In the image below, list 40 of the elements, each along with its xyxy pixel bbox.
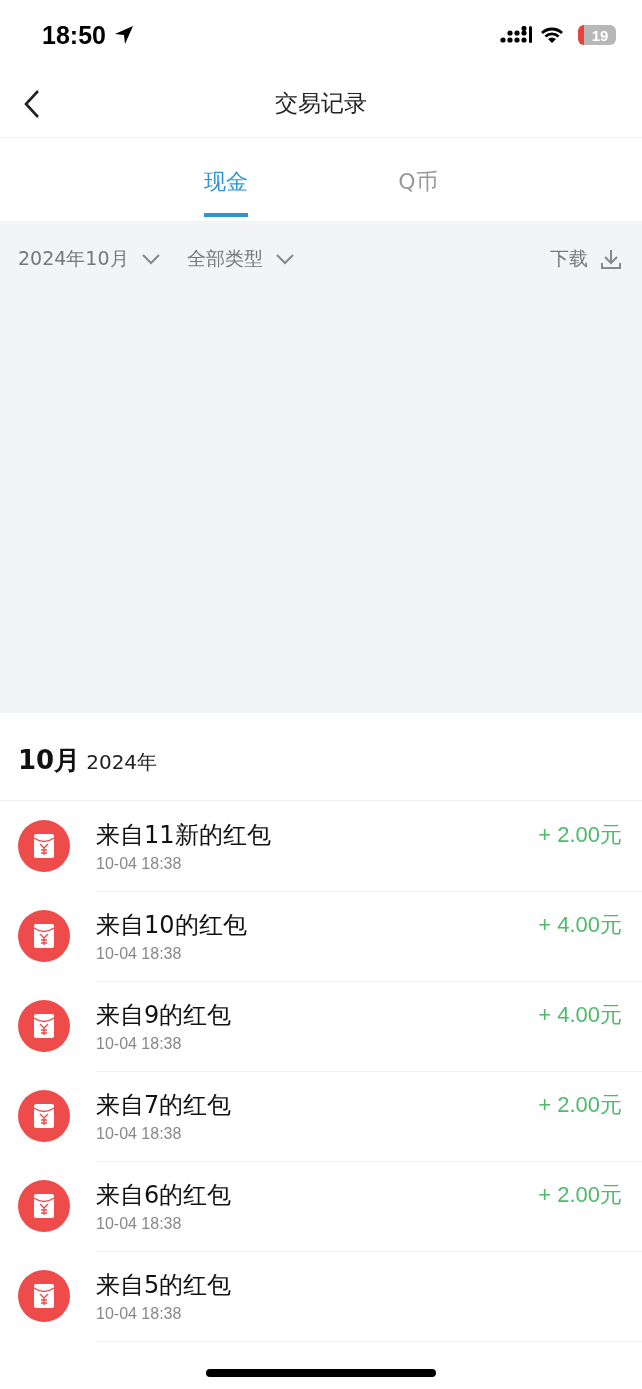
record-amount: + 2.00元	[538, 1090, 622, 1119]
record-time: 10-04 18:38	[96, 944, 183, 963]
month-filter[interactable]: 2024年10月	[18, 246, 129, 272]
battery-icon: 19	[578, 25, 616, 45]
record-time: 10-04 18:38	[96, 1304, 183, 1323]
status-time: 18:50	[42, 20, 106, 50]
record-time: 10-04 18:38	[96, 854, 183, 873]
record-amount: + 4.00元	[538, 1000, 622, 1029]
location-arrow-icon	[113, 25, 134, 45]
record-time: 10-04 18:38	[96, 1124, 183, 1143]
record-title: 来自9的红包	[96, 999, 232, 1031]
record-amount: + 2.00元	[538, 1180, 622, 1209]
record-time: 10-04 18:38	[96, 1034, 183, 1053]
section-year: 2024年	[86, 749, 158, 776]
wifi-icon	[540, 26, 564, 44]
record-amount: + 4.00元	[538, 910, 622, 939]
record-title: 来自11新的红包	[96, 819, 271, 851]
type-filter[interactable]: 全部类型	[186, 246, 263, 272]
envelope-icon	[18, 1180, 70, 1232]
record-time: 10-04 18:38	[96, 1214, 183, 1233]
envelope-icon	[18, 1000, 70, 1052]
record-title: 来自6的红包	[96, 1179, 232, 1211]
section-month: 10月	[18, 744, 81, 777]
envelope-icon	[18, 820, 70, 872]
record-title: 来自5的红包	[96, 1269, 232, 1301]
tab[interactable]: Q币	[398, 150, 438, 217]
signal-icon	[500, 26, 532, 44]
chevron-down-icon	[140, 253, 161, 265]
record-amount: + 2.00元	[538, 820, 622, 849]
download-button[interactable]: 下载	[550, 246, 588, 272]
envelope-icon	[18, 1090, 70, 1142]
chevron-down-icon	[274, 253, 295, 265]
record-title: 来自7的红包	[96, 1089, 232, 1121]
page-title: 交易记录	[275, 89, 367, 118]
record-title: 来自10的红包	[96, 909, 247, 941]
tab[interactable]: 现金	[204, 150, 249, 217]
envelope-icon	[18, 910, 70, 962]
back-icon[interactable]	[24, 88, 40, 119]
download-icon[interactable]	[600, 248, 622, 270]
envelope-icon	[18, 1270, 70, 1322]
